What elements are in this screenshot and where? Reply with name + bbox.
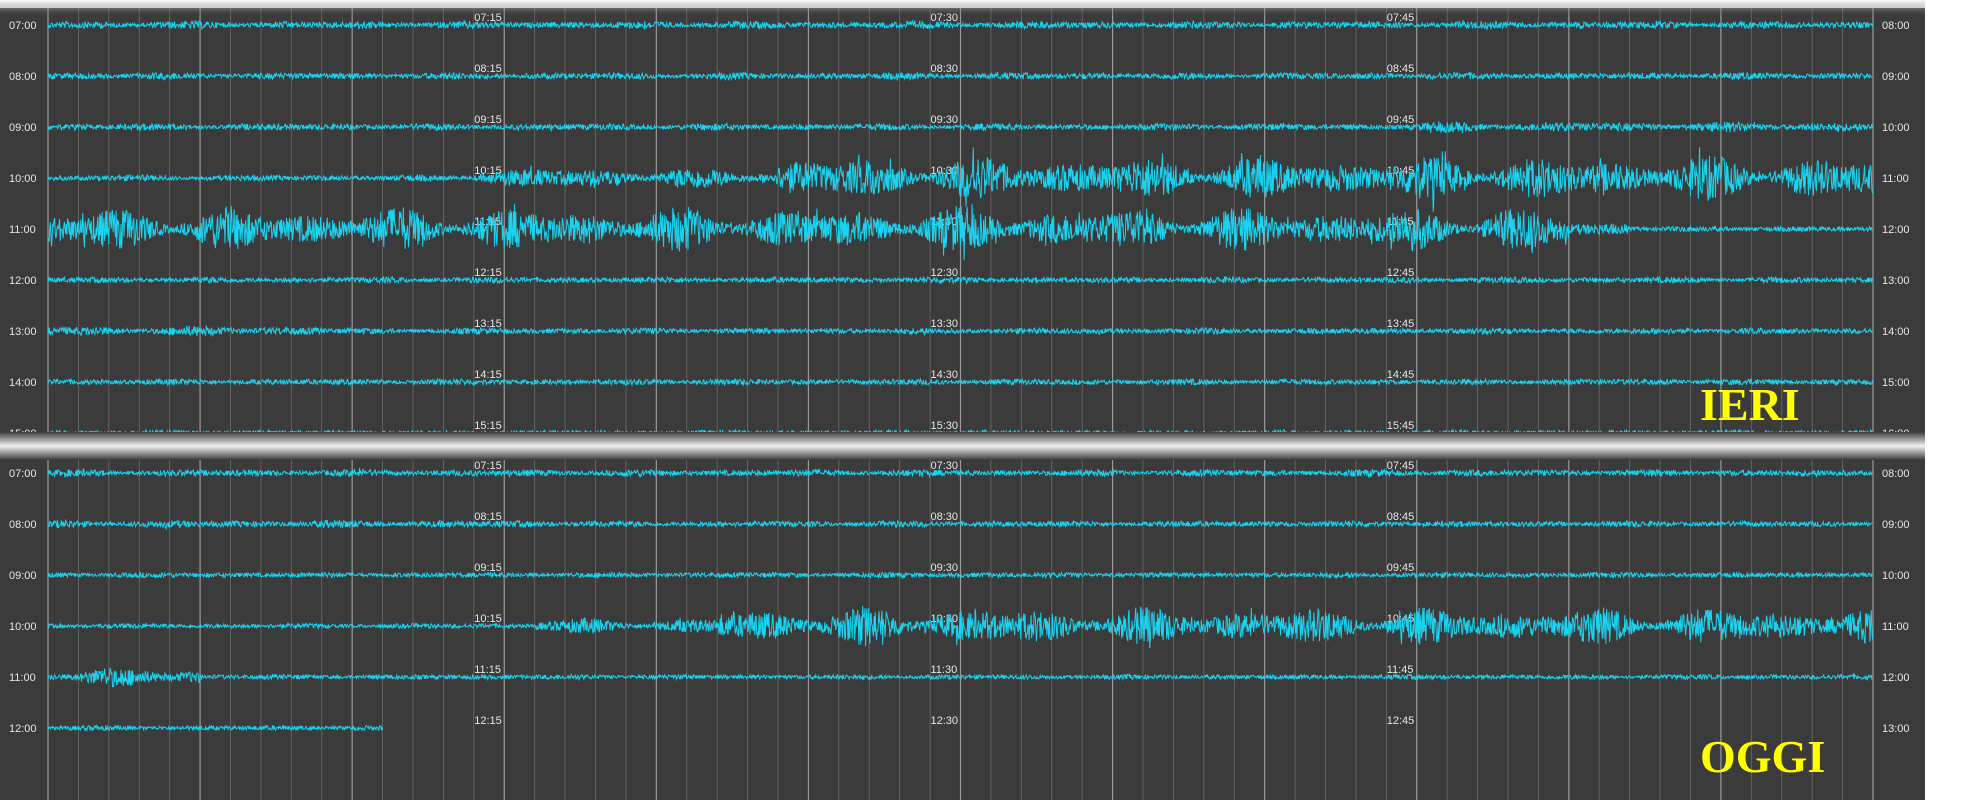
quarter-label: 12:30 [931, 267, 959, 279]
row-label-left: 14:00 [9, 377, 37, 389]
quarter-label: 08:30 [931, 63, 959, 75]
row-label-right: 13:00 [1882, 275, 1910, 287]
row-label-left: 13:00 [9, 326, 37, 338]
row-label-left: 09:00 [9, 570, 37, 582]
quarter-label: 10:15 [474, 613, 502, 625]
quarter-label: 10:15 [474, 165, 502, 177]
seismogram-svg: 07:00 08:0007:15 07:30 07:4508:00 09:0008:15… [0, 0, 1980, 800]
quarter-label: 12:45 [1387, 267, 1415, 279]
panel-oggi: 07:00 08:0007:15 07:30 07:4508:00 09:0008:15… [0, 452, 1925, 800]
quarter-label: 12:45 [1387, 715, 1415, 727]
quarter-label: 09:15 [474, 562, 502, 574]
row-label-left: 08:00 [9, 519, 37, 531]
panel-label: OGGI [1700, 731, 1825, 782]
quarter-label: 11:15 [474, 664, 501, 676]
quarter-label: 09:45 [1387, 114, 1415, 126]
quarter-label: 09:30 [931, 562, 959, 574]
row-label-left: 10:00 [9, 173, 37, 185]
row-label-left: 10:00 [9, 621, 37, 633]
row-label-right: 10:00 [1882, 570, 1910, 582]
quarter-label: 12:30 [931, 715, 959, 727]
row-label-right: 10:00 [1882, 122, 1910, 134]
row-label-left: 11:00 [9, 224, 36, 236]
right-margin [1925, 0, 1980, 800]
quarter-label: 09:45 [1387, 562, 1415, 574]
quarter-label: 13:15 [474, 318, 502, 330]
quarter-label: 07:45 [1387, 460, 1415, 472]
quarter-label: 15:30 [931, 420, 959, 432]
quarter-label: 14:30 [931, 369, 959, 381]
quarter-label: 15:15 [474, 420, 502, 432]
row-label-right: 11:00 [1882, 173, 1909, 185]
quarter-label: 14:15 [474, 369, 502, 381]
row-label-left: 11:00 [9, 672, 36, 684]
top-gloss [0, 0, 1925, 16]
quarter-label: 14:45 [1387, 369, 1415, 381]
row-label-right: 12:00 [1882, 224, 1910, 236]
seismogram-chart: 07:00 08:00 07:15 07:30 07:45 08:00 09:00 08:15… [0, 0, 1980, 800]
quarter-label: 13:30 [931, 318, 959, 330]
row-label-left: 08:00 [9, 71, 37, 83]
row-label-left: 09:00 [9, 122, 37, 134]
row-label-right: 09:00 [1882, 71, 1910, 83]
quarter-label: 08:30 [931, 511, 959, 523]
row-label-right: 15:00 [1882, 377, 1910, 389]
quarter-label: 12:15 [474, 715, 502, 727]
panel-ieri: 07:00 08:0007:15 07:30 07:4508:00 09:0008:15… [0, 8, 1925, 440]
quarter-label: 08:45 [1387, 511, 1415, 523]
row-label-left: 07:00 [9, 20, 37, 32]
quarter-label: 15:45 [1387, 420, 1415, 432]
row-label-right: 08:00 [1882, 20, 1910, 32]
row-label-right: 12:00 [1882, 672, 1910, 684]
row-label-right: 09:00 [1882, 519, 1910, 531]
row-label-right: 11:00 [1882, 621, 1909, 633]
quarter-label: 11:30 [931, 664, 958, 676]
row-label-left: 12:00 [9, 723, 37, 735]
row-label-right: 08:00 [1882, 468, 1910, 480]
panel-label: IERI [1700, 379, 1800, 430]
panel-separator [0, 432, 1925, 460]
row-label-right: 14:00 [1882, 326, 1910, 338]
quarter-label: 09:30 [931, 114, 959, 126]
row-label-left: 12:00 [9, 275, 37, 287]
row-label-left: 07:00 [9, 468, 37, 480]
quarter-label: 09:15 [474, 114, 502, 126]
quarter-label: 07:15 [474, 460, 502, 472]
row-label-right: 13:00 [1882, 723, 1910, 735]
